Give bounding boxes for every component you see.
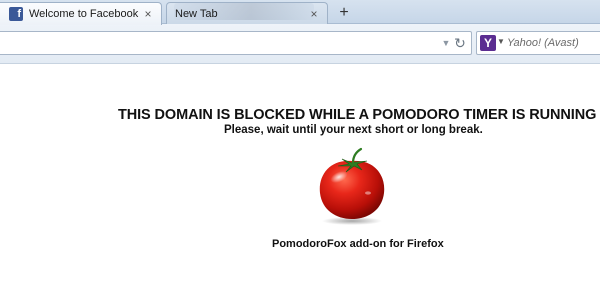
tab-title: Welcome to Facebook - Lo... bbox=[29, 8, 141, 20]
addon-credit: PomodoroFox add-on for Firefox bbox=[272, 238, 444, 250]
search-bar[interactable]: Y ▼ bbox=[476, 31, 600, 55]
tab-strip: f Welcome to Facebook - Lo... × New Tab … bbox=[0, 0, 600, 25]
reload-icon[interactable]: ↻ bbox=[452, 35, 468, 51]
navigation-toolbar: ▼ ↻ Y ▼ bbox=[0, 24, 600, 64]
history-dropdown-icon[interactable]: ▼ bbox=[440, 37, 452, 49]
tomato-image bbox=[312, 147, 392, 227]
tab-facebook[interactable]: f Welcome to Facebook - Lo... × bbox=[0, 2, 162, 25]
search-input[interactable] bbox=[507, 34, 600, 52]
yahoo-icon[interactable]: Y bbox=[480, 35, 496, 51]
search-engine-dropdown-icon[interactable]: ▼ bbox=[497, 37, 505, 46]
address-bar[interactable]: ▼ ↻ bbox=[0, 31, 472, 55]
page-content: THIS DOMAIN IS BLOCKED WHILE A POMODORO … bbox=[0, 65, 600, 298]
facebook-icon: f bbox=[9, 7, 23, 21]
close-tab-icon[interactable]: × bbox=[141, 7, 155, 21]
close-tab-icon[interactable]: × bbox=[307, 7, 321, 21]
blocked-headline: THIS DOMAIN IS BLOCKED WHILE A POMODORO … bbox=[118, 107, 597, 123]
blocked-subline: Please, wait until your next short or lo… bbox=[224, 124, 483, 136]
tab-title: New Tab bbox=[175, 7, 218, 20]
new-tab-button[interactable]: + bbox=[332, 4, 356, 23]
